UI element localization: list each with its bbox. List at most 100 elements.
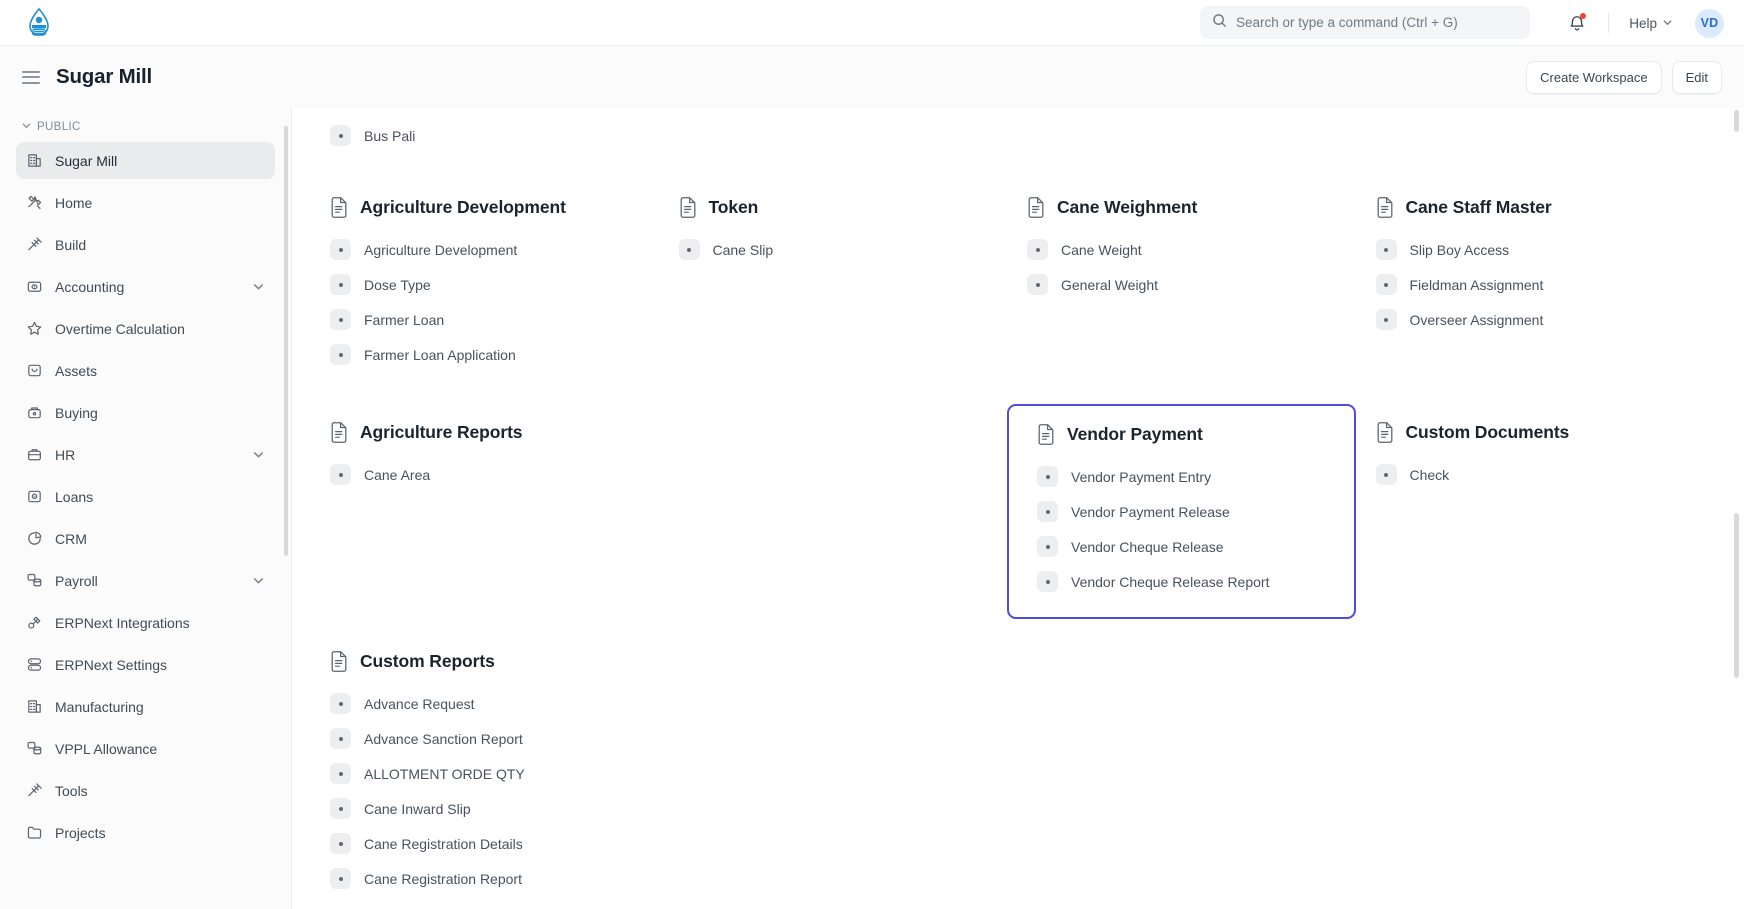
card-link-label: Slip Boy Access bbox=[1409, 241, 1510, 258]
bullet-icon bbox=[330, 728, 351, 749]
sidebar-item-crm[interactable]: CRM bbox=[16, 520, 275, 557]
bullet-icon bbox=[1037, 466, 1058, 487]
sidebar-item-overtime-calculation[interactable]: Overtime Calculation bbox=[16, 310, 275, 347]
card-link-label: Cane Slip bbox=[712, 241, 774, 258]
sidebar-item-hr[interactable]: HR bbox=[16, 436, 275, 473]
bullet-icon bbox=[330, 274, 351, 295]
card-link[interactable]: General Weight bbox=[1027, 267, 1336, 302]
document-icon bbox=[1027, 197, 1046, 218]
card-link[interactable]: ALLOTMENT ORDE QTY bbox=[330, 756, 639, 791]
tools-icon bbox=[26, 194, 43, 211]
row-spacer bbox=[310, 153, 1704, 183]
card-link[interactable]: Slip Boy Access bbox=[1375, 232, 1685, 267]
card-link[interactable]: Vendor Payment Entry bbox=[1037, 459, 1334, 494]
card-header: Cane Staff Master bbox=[1376, 197, 1685, 218]
bullet-icon bbox=[1037, 571, 1058, 592]
create-workspace-button[interactable]: Create Workspace bbox=[1526, 60, 1662, 94]
chevron-down-icon[interactable] bbox=[252, 448, 265, 461]
sidebar-item-buying[interactable]: Buying bbox=[16, 394, 275, 431]
card-title: Vendor Payment bbox=[1067, 424, 1203, 444]
card-link[interactable]: Farmer Loan Application bbox=[330, 337, 639, 372]
card-link[interactable]: Fieldman Assignment bbox=[1375, 267, 1685, 302]
card-link[interactable]: Vendor Cheque Release Report bbox=[1037, 564, 1334, 599]
database-icon bbox=[26, 740, 43, 757]
card-link-label: Cane Weight bbox=[1061, 241, 1142, 258]
card-link[interactable]: Advance Sanction Report bbox=[330, 721, 639, 756]
global-search[interactable] bbox=[1200, 6, 1530, 39]
card-header: Custom Documents bbox=[1376, 422, 1685, 443]
help-menu-button[interactable]: Help bbox=[1623, 12, 1679, 35]
sidebar-item-erpnext-settings[interactable]: ERPNext Settings bbox=[16, 646, 275, 683]
sidebar-item-label: Build bbox=[55, 236, 87, 253]
page-title: Sugar Mill bbox=[56, 65, 152, 88]
card-link[interactable]: Agriculture Development bbox=[330, 232, 639, 267]
sidebar-item-list: Sugar Mill Home Build Accounting Overtime C… bbox=[16, 142, 275, 851]
card-link[interactable]: Overseer Assignment bbox=[1375, 302, 1685, 337]
content-scrollbar-top[interactable] bbox=[1734, 110, 1739, 132]
card-link[interactable]: Dose Type bbox=[330, 267, 639, 302]
top-navbar: Help VD bbox=[0, 0, 1744, 46]
sidebar-item-tools[interactable]: Tools bbox=[16, 772, 275, 809]
card-link[interactable]: Check bbox=[1375, 457, 1685, 492]
search-input[interactable] bbox=[1236, 15, 1518, 30]
card-link[interactable]: Advance Request bbox=[330, 686, 639, 721]
svg-text:%: % bbox=[33, 495, 36, 499]
sidebar-item-label: ERPNext Integrations bbox=[55, 614, 190, 631]
card-link-list: Slip Boy Access Fieldman Assignment Over… bbox=[1375, 232, 1685, 337]
sidebar-item-vppl-allowance[interactable]: VPPL Allowance bbox=[16, 730, 275, 767]
sidebar-item-manufacturing[interactable]: Manufacturing bbox=[16, 688, 275, 725]
sidebar-item-build[interactable]: Build bbox=[16, 226, 275, 263]
sidebar-item-sugar-mill[interactable]: Sugar Mill bbox=[16, 142, 275, 179]
sidebar-scrollbar[interactable] bbox=[284, 126, 288, 556]
basket-icon bbox=[26, 404, 43, 421]
sidebar-item-accounting[interactable]: Accounting bbox=[16, 268, 275, 305]
card-title: Custom Reports bbox=[360, 651, 495, 671]
sidebar-item-label: VPPL Allowance bbox=[55, 740, 158, 757]
sidebar-item-payroll[interactable]: Payroll bbox=[16, 562, 275, 599]
sugar-mill-logo[interactable] bbox=[22, 6, 56, 40]
notifications-button[interactable] bbox=[1560, 6, 1594, 40]
list-item[interactable]: Bus Pali bbox=[330, 118, 1684, 153]
sidebar-section-public[interactable]: PUBLIC bbox=[16, 114, 275, 142]
sidebar-item-loans[interactable]: % Loans bbox=[16, 478, 275, 515]
card-link[interactable]: Vendor Cheque Release bbox=[1037, 529, 1334, 564]
card-link[interactable]: Cane Area bbox=[330, 457, 639, 492]
content-scrollbar-thumb[interactable] bbox=[1734, 513, 1739, 678]
card-link-label: Fieldman Assignment bbox=[1409, 276, 1544, 293]
card-title: Cane Weighment bbox=[1057, 197, 1198, 217]
sidebar-item-home[interactable]: Home bbox=[16, 184, 275, 221]
card-link-label: Advance Request bbox=[364, 695, 475, 712]
edit-button[interactable]: Edit bbox=[1671, 60, 1722, 94]
card-link[interactable]: Farmer Loan bbox=[330, 302, 639, 337]
sidebar-item-projects[interactable]: Projects bbox=[16, 814, 275, 851]
card-row-3: Custom Reports Advance Request Advance S… bbox=[310, 637, 1704, 909]
server-icon bbox=[26, 656, 43, 673]
sidebar-item-erpnext-integrations[interactable]: ERPNext Integrations bbox=[16, 604, 275, 641]
workspace-card: Cane Weighment Cane Weight General Weigh… bbox=[1007, 183, 1356, 390]
card-link-label: Cane Area bbox=[364, 466, 431, 483]
avatar[interactable]: VD bbox=[1695, 8, 1724, 38]
card-link[interactable]: Cane Slip bbox=[678, 232, 988, 267]
card-link[interactable]: Cane Registration Details bbox=[330, 826, 639, 861]
card-link-list: Cane Slip bbox=[678, 232, 988, 267]
card-link[interactable]: Cane Registration Report bbox=[330, 861, 639, 896]
sidebar-item-label: Loans bbox=[55, 488, 94, 505]
card-link[interactable]: Vendor Payment Release bbox=[1037, 494, 1334, 529]
sidebar-item-assets[interactable]: Assets bbox=[16, 352, 275, 389]
hamburger-icon[interactable] bbox=[22, 70, 40, 84]
bullet-icon bbox=[330, 798, 351, 819]
sidebar-item-label: Payroll bbox=[55, 572, 98, 589]
workspace-card: Agriculture Development Agriculture Deve… bbox=[310, 183, 659, 390]
workspace-card-highlighted[interactable]: Vendor Payment Vendor Payment Entry Vend… bbox=[1007, 404, 1356, 619]
plug-icon bbox=[26, 614, 43, 631]
card-link-label: Agriculture Development bbox=[364, 241, 518, 258]
card-link[interactable]: Cane Inward Slip bbox=[330, 791, 639, 826]
chevron-down-icon[interactable] bbox=[252, 574, 265, 587]
card-link[interactable]: Cane Weight bbox=[1027, 232, 1336, 267]
navbar-divider bbox=[1608, 13, 1610, 33]
card-link-list: Check bbox=[1375, 457, 1685, 492]
navbar-right-group: Help VD bbox=[1560, 0, 1724, 46]
card-link-list: Agriculture Development Dose Type Farmer… bbox=[330, 232, 639, 372]
chevron-down-icon[interactable] bbox=[252, 280, 265, 293]
card-row-2: Agriculture Reports Cane Area Vendor Pay… bbox=[310, 404, 1704, 619]
